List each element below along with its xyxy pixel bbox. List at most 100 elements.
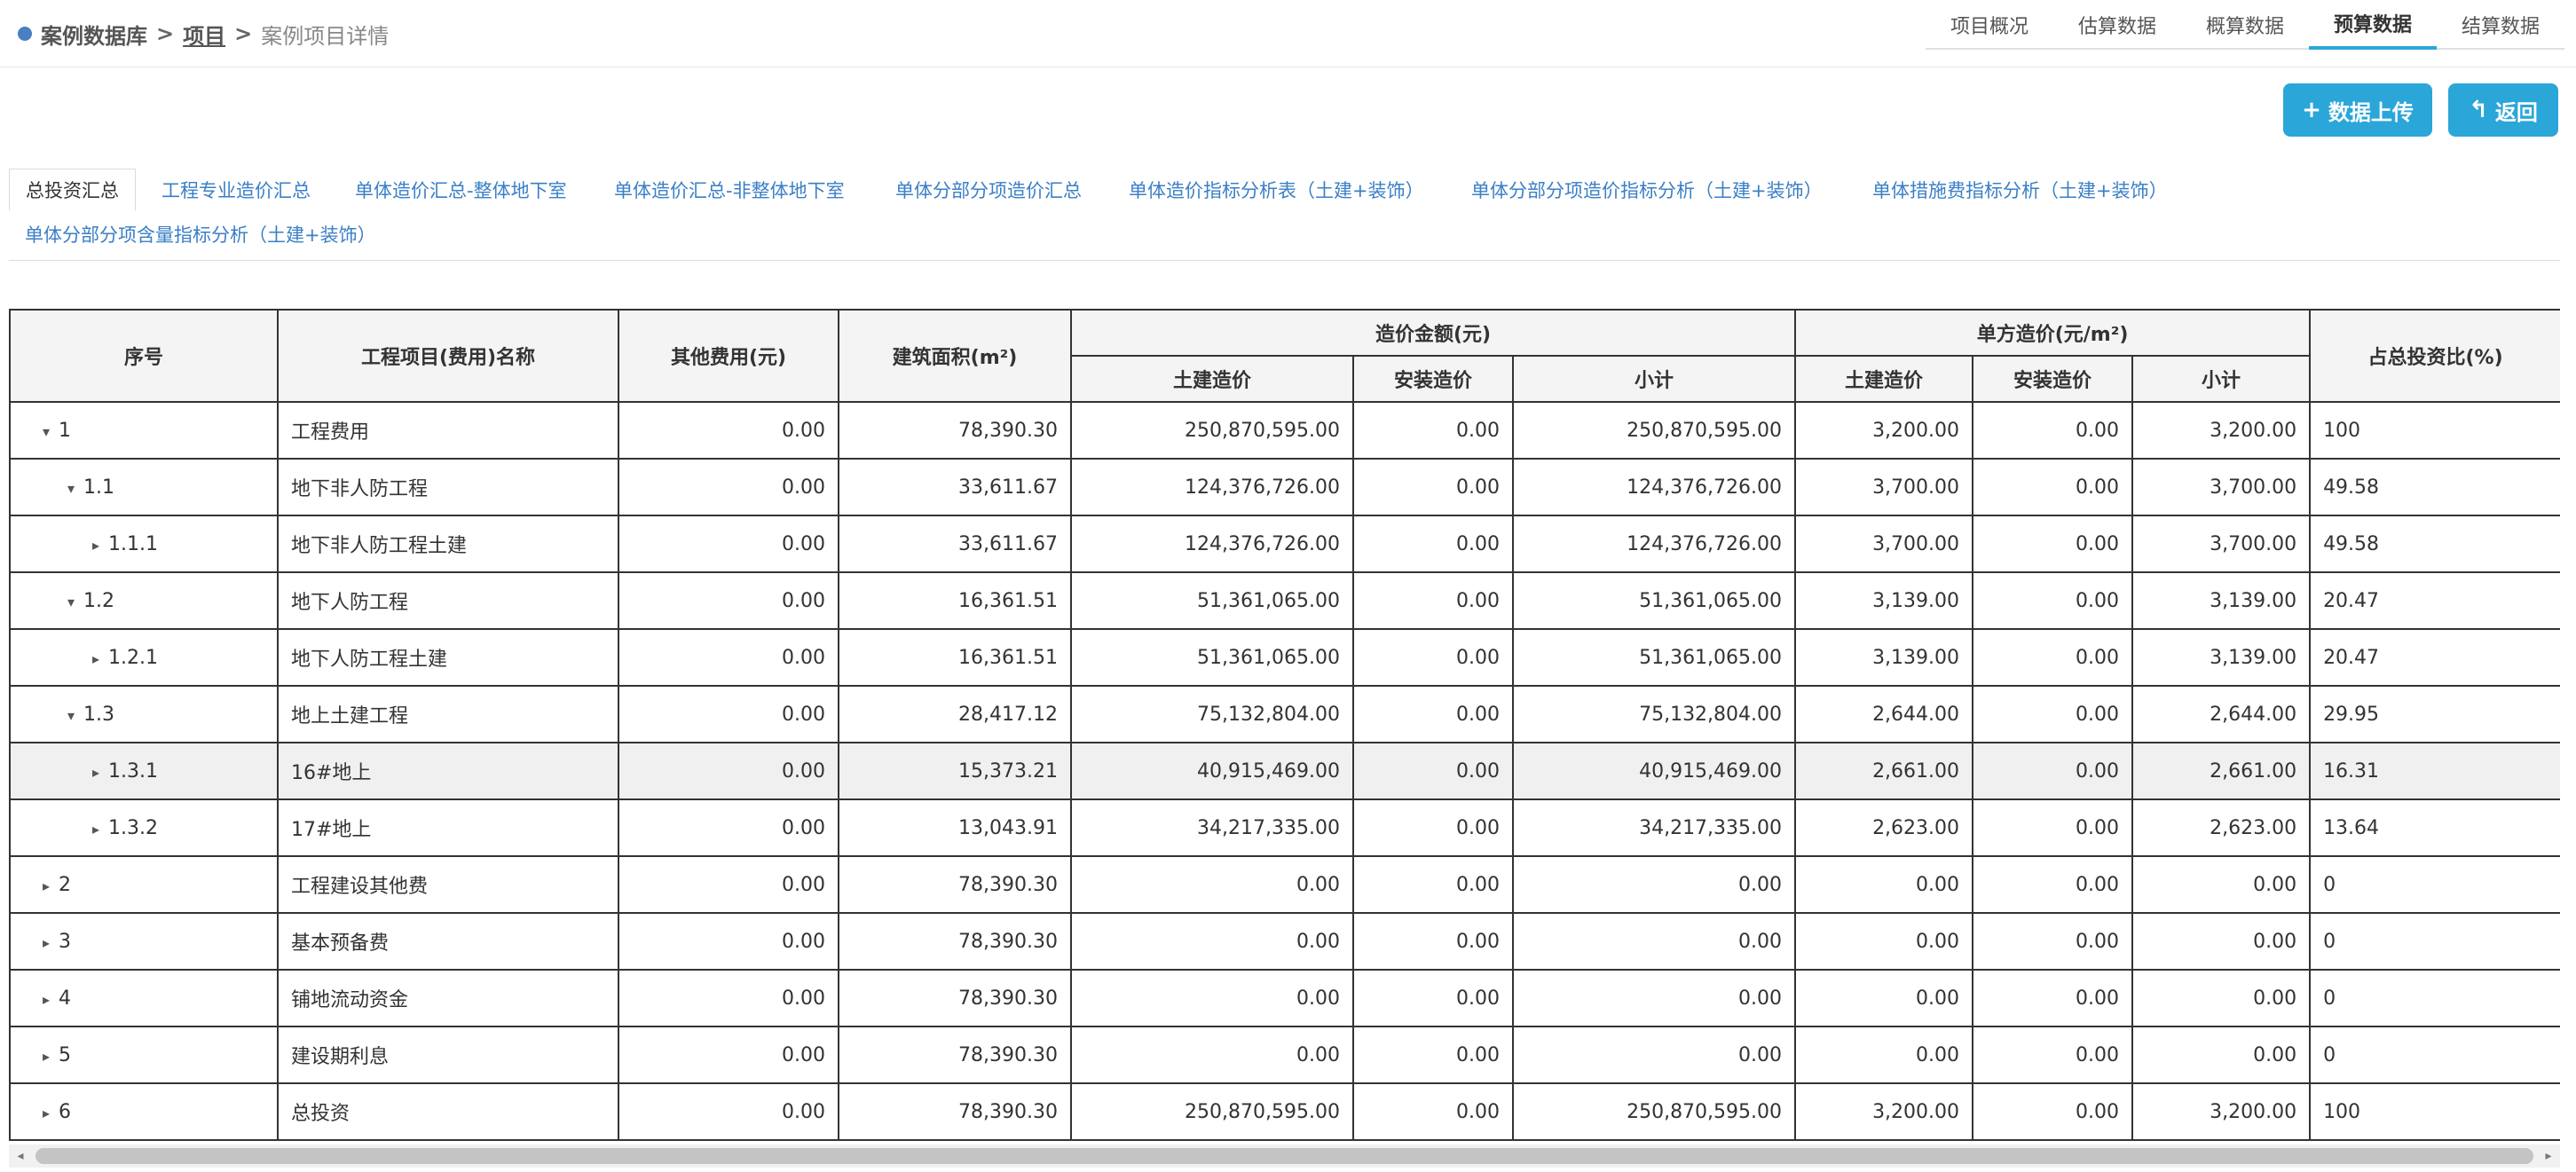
upload-data-button[interactable]: + 数据上传: [2283, 83, 2432, 137]
table-row[interactable]: ▸ 5 建设期利息 0.00 78,390.30 0.00 0.00 0.00 0.00 0.00…: [9, 1026, 2560, 1084]
seq-label: 1.1.1: [108, 532, 158, 555]
back-button[interactable]: ↰ 返回: [2448, 83, 2558, 137]
header-cost-amount-group: 造价金额(元): [1069, 309, 1797, 357]
table-row[interactable]: ▸ 4 铺地流动资金 0.00 78,390.30 0.00 0.00 0.00 0.00 0.0…: [9, 969, 2560, 1027]
civil-cost-cell: 250,870,595.00: [1070, 1082, 1354, 1141]
subtab-unit-cost-integrated-basement[interactable]: 单体造价汇总-整体地下室: [355, 169, 567, 211]
unit-install-cell: 0.00: [1972, 1082, 2134, 1141]
table-row[interactable]: ▸ 2 工程建设其他费 0.00 78,390.30 0.00 0.00 0.00 0.00 0.…: [9, 855, 2560, 914]
area-cell: 78,390.30: [838, 1026, 1072, 1084]
subtab-total-investment[interactable]: 总投资汇总: [9, 169, 136, 211]
header-investment-ratio: 占总投资比(%): [2309, 309, 2560, 403]
seq-label: 5: [59, 1043, 71, 1066]
table-row[interactable]: ▸ 3 基本预备费 0.00 78,390.30 0.00 0.00 0.00 0.00 0.00…: [9, 912, 2560, 971]
caret-right-icon[interactable]: ▸: [43, 1048, 59, 1065]
breadcrumb-separator: >: [234, 21, 253, 46]
unit-civil-cell: 3,200.00: [1794, 401, 1974, 460]
seq-cell: ▸ 5: [9, 1026, 279, 1084]
unit-install-cell: 0.00: [1972, 515, 2134, 573]
unit-install-cell: 0.00: [1972, 798, 2134, 857]
table-body: ▾ 1 工程费用 0.00 78,390.30 250,870,595.00 0.00 250…: [9, 401, 2560, 1141]
table-row[interactable]: ▾ 1.3 地上土建工程 0.00 28,417.12 75,132,804.00 0.00…: [9, 685, 2560, 743]
seq-label: 2: [59, 873, 71, 896]
subtab-subitem-quantity-index-analysis[interactable]: 单体分部分项含量指标分析（土建+装饰）: [25, 213, 376, 256]
subtab-unit-cost-non-integrated-basement[interactable]: 单体造价汇总-非整体地下室: [614, 169, 845, 211]
unit-civil-cell: 3,139.00: [1794, 628, 1974, 687]
caret-right-icon[interactable]: ▸: [43, 934, 59, 951]
other-fee-cell: 0.00: [618, 969, 839, 1027]
item-name-cell: 地下人防工程: [277, 571, 619, 630]
install-cost-cell: 0.00: [1352, 912, 1514, 971]
table-row[interactable]: ▸ 1.2.1 地下人防工程土建 0.00 16,361.51 51,361,065.00…: [9, 628, 2560, 687]
item-name-cell: 17#地上: [277, 798, 619, 857]
caret-right-icon[interactable]: ▸: [92, 650, 108, 667]
caret-right-icon[interactable]: ▸: [43, 877, 59, 894]
caret-right-icon[interactable]: ▸: [43, 991, 59, 1008]
table-row[interactable]: ▾ 1.1 地下非人防工程 0.00 33,611.67 124,376,726.00 0.…: [9, 458, 2560, 516]
caret-right-icon[interactable]: ▸: [43, 1105, 59, 1121]
scroll-right-icon[interactable]: ▸: [2537, 1144, 2560, 1168]
seq-label: 1.3.2: [108, 816, 158, 839]
unit-civil-cell: 3,139.00: [1794, 571, 1974, 630]
subtotal-cell: 0.00: [1511, 855, 1797, 914]
upload-data-label: 数据上传: [2328, 99, 2414, 125]
investment-ratio-cell: 100: [2309, 1082, 2560, 1141]
area-cell: 78,390.30: [838, 969, 1072, 1027]
topnav-tab-estimate[interactable]: 估算数据: [2053, 0, 2181, 50]
caret-down-icon[interactable]: ▾: [67, 594, 83, 610]
subtotal-cell: 51,361,065.00: [1511, 571, 1797, 630]
unit-subtotal-cell: 3,139.00: [2131, 571, 2312, 630]
subtab-discipline-cost[interactable]: 工程专业造价汇总: [161, 169, 311, 211]
unit-civil-cell: 2,644.00: [1794, 685, 1974, 743]
header-unit-cost-group: 单方造价(元/m²): [1794, 309, 2312, 357]
civil-cost-cell: 40,915,469.00: [1070, 742, 1354, 800]
table-row[interactable]: ▸ 1.3.1 16#地上 0.00 15,373.21 40,915,469.00 0.0…: [9, 742, 2560, 800]
item-name-cell: 工程费用: [277, 401, 619, 460]
install-cost-cell: 0.00: [1352, 515, 1514, 573]
unit-subtotal-cell: 2,661.00: [2131, 742, 2312, 800]
table-row[interactable]: ▾ 1.2 地下人防工程 0.00 16,361.51 51,361,065.00 0.00…: [9, 571, 2560, 630]
plus-icon: +: [2302, 97, 2321, 123]
unit-subtotal-cell: 3,200.00: [2131, 401, 2312, 460]
table-row[interactable]: ▸ 1.3.2 17#地上 0.00 13,043.91 34,217,335.00 0.0…: [9, 798, 2560, 857]
other-fee-cell: 0.00: [618, 458, 839, 516]
seq-cell: ▸ 4: [9, 969, 279, 1027]
scroll-left-icon[interactable]: ◂: [9, 1144, 32, 1168]
other-fee-cell: 0.00: [618, 742, 839, 800]
subtab-unit-cost-index-analysis[interactable]: 单体造价指标分析表（土建+装饰）: [1129, 169, 1424, 211]
install-cost-cell: 0.00: [1352, 969, 1514, 1027]
breadcrumb-current: 案例项目详情: [261, 23, 390, 49]
caret-right-icon[interactable]: ▸: [92, 537, 108, 554]
horizontal-scrollbar[interactable]: ◂ ▸: [9, 1144, 2560, 1168]
table-row[interactable]: ▸ 6 总投资 0.00 78,390.30 250,870,595.00 0.00 250,…: [9, 1082, 2560, 1141]
subtab-unit-subitem-cost[interactable]: 单体分部分项造价汇总: [895, 169, 1082, 211]
subtotal-cell: 75,132,804.00: [1511, 685, 1797, 743]
subtotal-cell: 124,376,726.00: [1511, 515, 1797, 573]
civil-cost-cell: 0.00: [1070, 855, 1354, 914]
caret-down-icon[interactable]: ▾: [43, 423, 59, 440]
topnav-tab-budget[interactable]: 预算数据: [2309, 0, 2437, 50]
subtab-measure-fee-index-analysis[interactable]: 单体措施费指标分析（土建+装饰）: [1872, 169, 2168, 211]
investment-ratio-cell: 20.47: [2309, 571, 2560, 630]
unit-install-cell: 0.00: [1972, 571, 2134, 630]
civil-cost-cell: 0.00: [1070, 912, 1354, 971]
table-row[interactable]: ▾ 1 工程费用 0.00 78,390.30 250,870,595.00 0.00 250…: [9, 401, 2560, 460]
area-cell: 78,390.30: [838, 912, 1072, 971]
breadcrumb-project-link[interactable]: 项目: [183, 19, 225, 50]
header-install-cost: 安装造价: [1352, 355, 1514, 403]
topnav-tab-overview[interactable]: 项目概况: [1926, 0, 2053, 50]
caret-right-icon[interactable]: ▸: [92, 821, 108, 838]
topnav-tab-settlement[interactable]: 结算数据: [2437, 0, 2564, 50]
scrollbar-thumb[interactable]: [35, 1148, 2533, 1164]
caret-right-icon[interactable]: ▸: [92, 764, 108, 781]
item-name-cell: 基本预备费: [277, 912, 619, 971]
other-fee-cell: 0.00: [618, 685, 839, 743]
subtab-subitem-cost-index-analysis[interactable]: 单体分部分项造价指标分析（土建+装饰）: [1471, 169, 1823, 211]
investment-ratio-cell: 0: [2309, 969, 2560, 1027]
caret-down-icon[interactable]: ▾: [67, 707, 83, 724]
other-fee-cell: 0.00: [618, 628, 839, 687]
area-cell: 78,390.30: [838, 855, 1072, 914]
table-row[interactable]: ▸ 1.1.1 地下非人防工程土建 0.00 33,611.67 124,376,726.…: [9, 515, 2560, 573]
caret-down-icon[interactable]: ▾: [67, 480, 83, 497]
topnav-tab-rough-budget[interactable]: 概算数据: [2181, 0, 2309, 50]
